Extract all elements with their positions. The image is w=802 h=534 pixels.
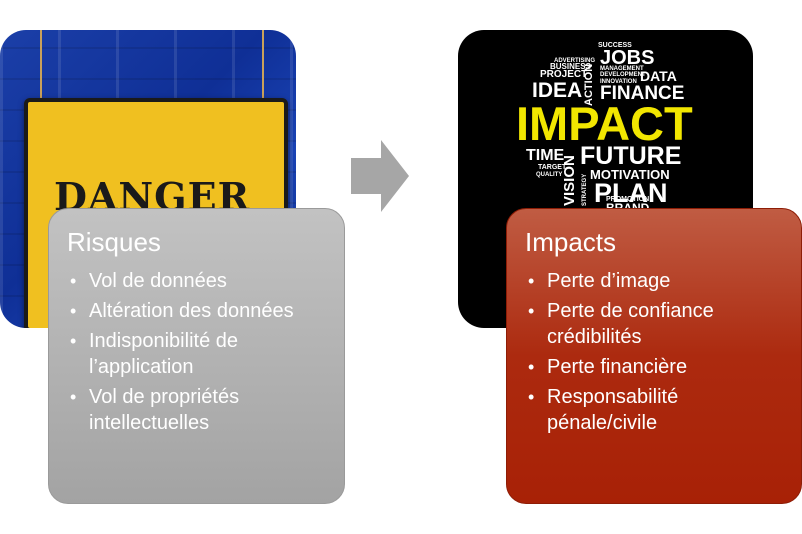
impact-item: • Perte d’image	[525, 268, 787, 294]
bullet-icon: •	[528, 357, 535, 377]
risks-list: • Vol de données • Altération des données …	[67, 268, 330, 436]
bullet-icon: •	[70, 271, 77, 291]
bullet-icon: •	[70, 387, 77, 407]
risk-item: • Vol de propriétés intellectuelles	[67, 384, 330, 436]
risk-item-label: Altération des données	[89, 300, 294, 322]
bullet-icon: •	[528, 387, 535, 407]
word-strategy: STRATEGY	[582, 173, 588, 206]
word-jobs: JOBS	[600, 47, 655, 69]
risks-title: Risques	[67, 227, 161, 257]
impacts-list: • Perte d’image • Perte de confiance crédi…	[525, 268, 787, 436]
impact-item-label: Perte d’image	[547, 270, 671, 292]
right-arrow-icon	[351, 140, 409, 212]
bullet-icon: •	[70, 301, 77, 321]
impact-item: • Perte de confiance crédibilités	[525, 298, 787, 350]
word-quality: QUALITY	[536, 172, 563, 178]
sign-wire-left	[40, 30, 42, 100]
risk-item-label: Vol de données	[89, 270, 227, 292]
word-future: FUTURE	[580, 142, 682, 170]
word-development: DEVELOPMENT	[600, 72, 646, 78]
word-time: TIME	[526, 147, 565, 164]
risk-item-label: Indisponibilité de l’application	[89, 330, 238, 378]
risk-item: • Altération des données	[67, 298, 330, 324]
bullet-icon: •	[528, 271, 535, 291]
impact-item: • Responsabilité pénale/civile	[525, 384, 787, 436]
impact-item: • Perte financière	[525, 354, 787, 380]
impact-item-label: Responsabilité pénale/civile	[547, 386, 679, 434]
impact-item-label: Perte de confiance crédibilités	[547, 300, 714, 348]
sign-wire-right	[262, 30, 264, 100]
risk-item-label: Vol de propriétés intellectuelles	[89, 386, 240, 434]
risks-box: Risques • Vol de données • Altération des …	[48, 208, 345, 504]
word-vision: VISION	[561, 155, 578, 206]
risk-item: • Vol de données	[67, 268, 330, 294]
word-data: DATA	[640, 68, 677, 84]
impacts-title: Impacts	[525, 227, 617, 257]
bullet-icon: •	[70, 331, 77, 351]
word-impact: IMPACT	[516, 97, 693, 150]
risk-item: • Indisponibilité de l’application	[67, 328, 330, 380]
impacts-box: Impacts • Perte d’image • Perte de confian…	[506, 208, 802, 504]
impact-item-label: Perte financière	[547, 356, 688, 378]
bullet-icon: •	[528, 301, 535, 321]
